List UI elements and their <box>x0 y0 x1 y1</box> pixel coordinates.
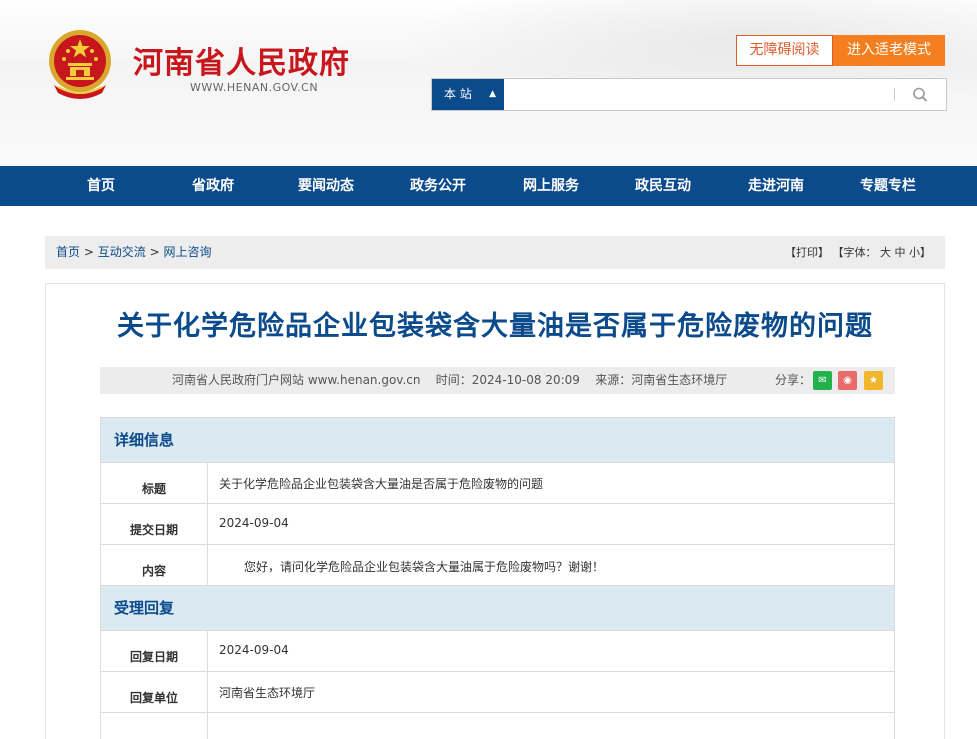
row-key <box>101 713 208 739</box>
font-size-label: 【字体： <box>832 246 877 259</box>
national-emblem-icon[interactable] <box>46 27 114 101</box>
share-label: 分享： <box>775 373 812 387</box>
row-key: 提交日期 <box>101 504 208 544</box>
row-value: 您好，请问化学危险品企业包装袋含大量油属于危险废物吗？谢谢！ <box>244 560 605 574</box>
nav-item-about-henan[interactable]: 走进河南 <box>726 166 826 206</box>
detail-section-heading: 详细信息 <box>101 418 894 463</box>
search-scope-select[interactable]: 本 站 ▲ <box>432 79 504 110</box>
breadcrumb-interaction[interactable]: 互动交流 <box>98 245 146 259</box>
breadcrumb-bar: 首页 > 互动交流 > 网上咨询 【打印】 【字体： 大 中 小】 <box>45 236 945 269</box>
article-meta: 河南省人民政府门户网站 www.henan.gov.cn 时间：2024-10-… <box>100 367 895 394</box>
search-box: 本 站 ▲ <box>431 78 947 111</box>
favorite-star-icon[interactable]: ★ <box>864 371 883 390</box>
article: 关于化学危险品企业包装袋含大量油是否属于危险废物的问题 河南省人民政府门户网站 … <box>45 283 945 739</box>
table-row <box>101 713 894 739</box>
nav-item-home[interactable]: 首页 <box>51 166 151 206</box>
row-key: 内容 <box>101 545 208 585</box>
nav-item-interaction[interactable]: 政民互动 <box>613 166 713 206</box>
font-size-small[interactable]: 小 <box>909 246 920 259</box>
table-row: 标题 关于化学危险品企业包装袋含大量油是否属于危险废物的问题 <box>101 463 894 504</box>
table-row: 回复单位 河南省生态环境厅 <box>101 672 894 713</box>
meta-text: 河南省人民政府门户网站 www.henan.gov.cn 时间：2024-10-… <box>172 367 727 394</box>
font-size-large[interactable]: 大 <box>880 246 891 259</box>
breadcrumb: 首页 > 互动交流 > 网上咨询 <box>56 236 211 269</box>
nav-item-special-topics[interactable]: 专题专栏 <box>838 166 938 206</box>
breadcrumb-home[interactable]: 首页 <box>56 245 80 259</box>
accessible-reading-button[interactable]: 无障碍阅读 <box>736 35 833 66</box>
row-value <box>208 713 894 739</box>
row-value: 河南省生态环境厅 <box>219 686 316 700</box>
nav-item-news[interactable]: 要闻动态 <box>276 166 376 206</box>
site-domain: WWW.HENAN.GOV.CN <box>190 81 319 94</box>
updown-arrows-icon: ▲ <box>489 89 496 99</box>
meta-source-site: 河南省人民政府门户网站 www.henan.gov.cn <box>172 373 421 387</box>
row-value: 关于化学危险品企业包装袋含大量油是否属于危险废物的问题 <box>219 477 544 491</box>
reply-section-heading: 受理回复 <box>101 586 894 631</box>
main-nav: 首页 省政府 要闻动态 政务公开 网上服务 政民互动 走进河南 专题专栏 <box>0 166 977 206</box>
search-input[interactable] <box>504 79 894 110</box>
weibo-share-icon[interactable]: ◉ <box>838 371 857 390</box>
wechat-share-icon[interactable]: ✉ <box>813 371 832 390</box>
meta-origin-label: 来源： <box>595 373 632 387</box>
font-size-medium[interactable]: 中 <box>895 246 906 259</box>
nav-item-provincial-government[interactable]: 省政府 <box>163 166 263 206</box>
font-size-close: 】 <box>920 246 931 259</box>
nav-item-government-affairs[interactable]: 政务公开 <box>388 166 488 206</box>
table-row: 提交日期 2024-09-04 <box>101 504 894 545</box>
breadcrumb-online-consultation[interactable]: 网上咨询 <box>163 245 211 259</box>
site-header: 河南省人民政府 WWW.HENAN.GOV.CN 无障碍阅读 进入适老模式 本 … <box>0 0 977 166</box>
nav-item-online-services[interactable]: 网上服务 <box>501 166 601 206</box>
row-key: 回复单位 <box>101 672 208 712</box>
elder-mode-button[interactable]: 进入适老模式 <box>833 35 945 66</box>
print-link[interactable]: 【打印】 <box>785 246 829 259</box>
search-icon[interactable] <box>910 85 932 105</box>
row-key: 回复日期 <box>101 631 208 671</box>
consultation-info-table: 详细信息 标题 关于化学危险品企业包装袋含大量油是否属于危险废物的问题 提交日期… <box>100 417 895 739</box>
meta-time: 2024-10-08 20:09 <box>471 373 580 387</box>
site-title[interactable]: 河南省人民政府 <box>133 38 350 82</box>
search-scope-label: 本 站 <box>444 87 472 101</box>
row-key: 标题 <box>101 463 208 503</box>
row-value: 2024-09-04 <box>219 516 289 530</box>
table-row: 内容 您好，请问化学危险品企业包装袋含大量油属于危险废物吗？谢谢！ <box>101 545 894 586</box>
page-tools: 【打印】 【字体： 大 中 小】 <box>785 236 931 269</box>
search-divider <box>894 88 895 101</box>
meta-origin: 河南省生态环境厅 <box>631 373 728 387</box>
table-row: 回复日期 2024-09-04 <box>101 631 894 672</box>
breadcrumb-separator: > <box>149 245 160 259</box>
breadcrumb-separator: > <box>83 245 94 259</box>
article-title: 关于化学危险品企业包装袋含大量油是否属于危险废物的问题 <box>117 311 873 342</box>
row-value: 2024-09-04 <box>219 643 289 657</box>
meta-time-label: 时间： <box>435 373 472 387</box>
